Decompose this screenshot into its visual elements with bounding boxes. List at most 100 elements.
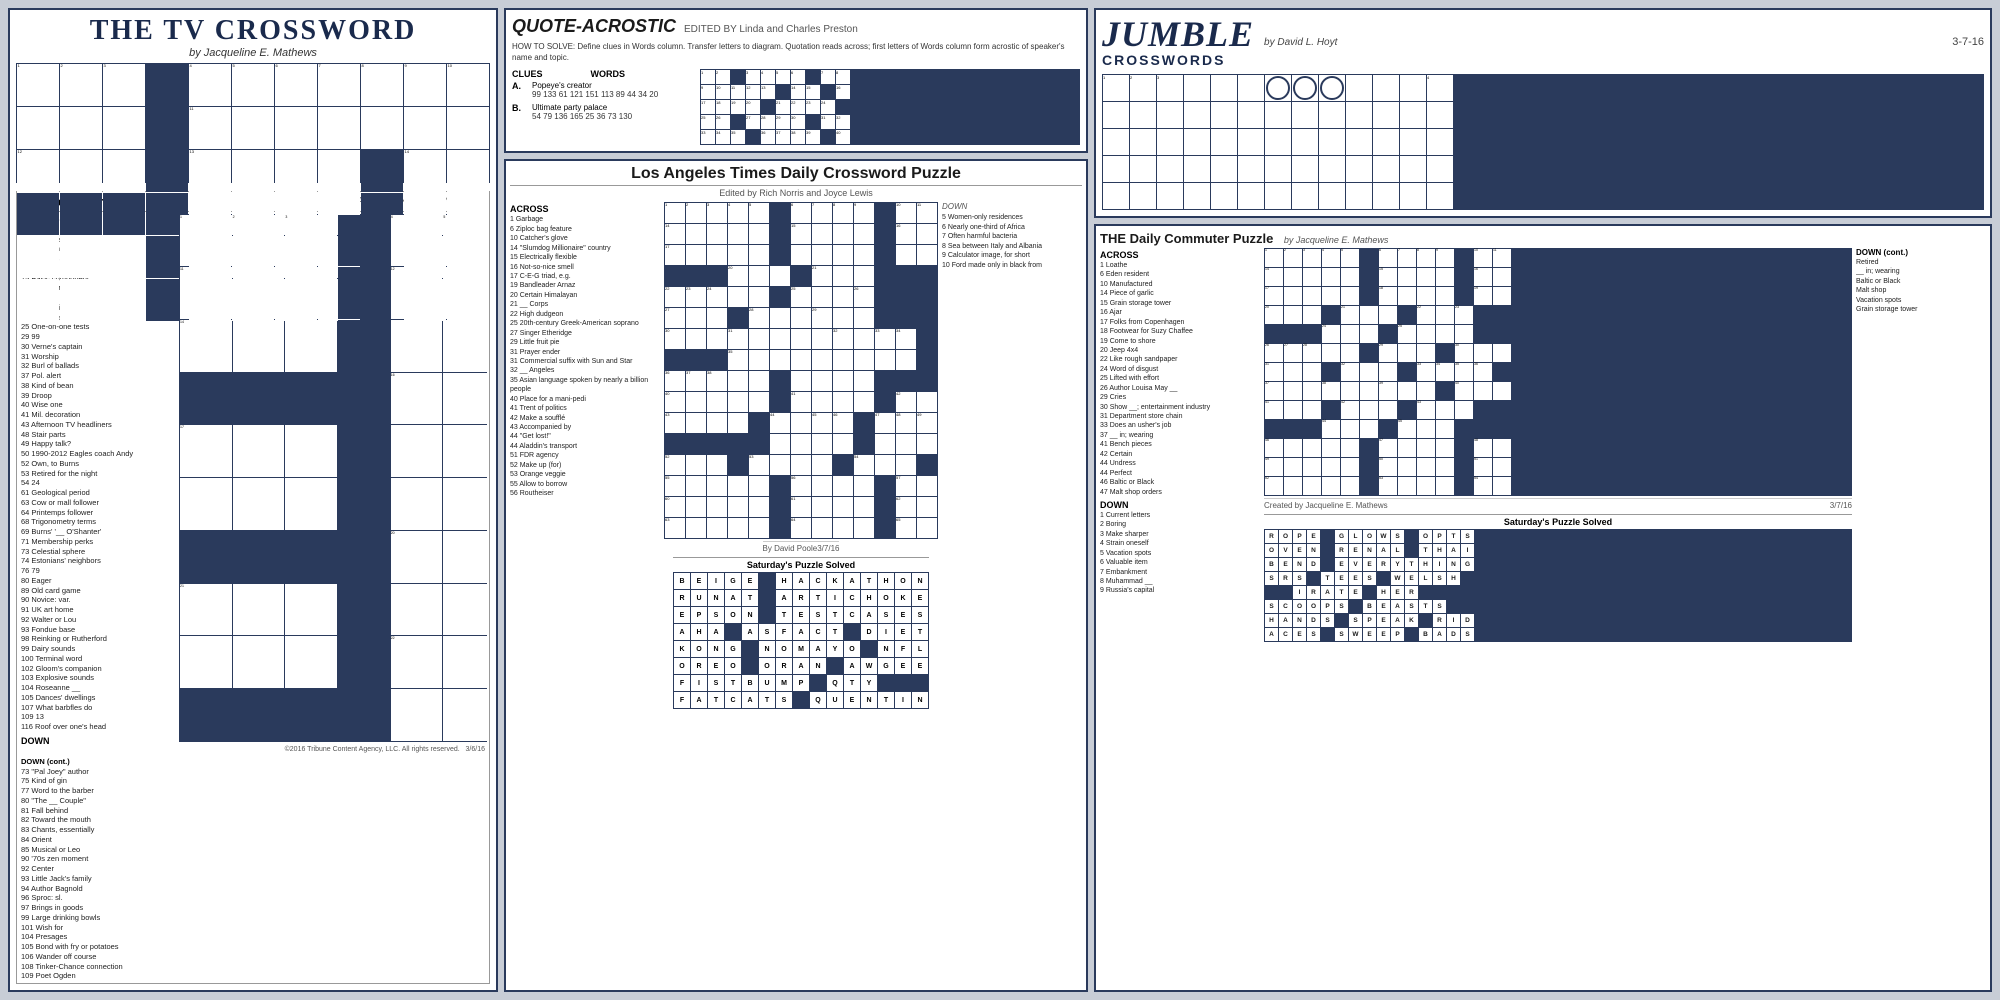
solved-cell: P: [793, 675, 809, 691]
dc-solved-cell: A: [1265, 628, 1278, 641]
dc-solved-cell: N: [1293, 558, 1306, 571]
solved-cell: I: [878, 624, 894, 640]
dc-solved-cell: [1279, 586, 1292, 599]
solved-cell: N: [878, 641, 894, 657]
dc-solved-cell: [1405, 530, 1418, 543]
qa-howto: HOW TO SOLVE: Define clues in Words colu…: [512, 41, 1080, 63]
solved-cell: [861, 641, 877, 657]
across-clue-16: 37 Pol. alert: [21, 371, 173, 381]
dc-solved-grid: ROPEGLOWSOPTSOVENRENALTHAIBENDEVERYTHING…: [1264, 529, 1852, 642]
dc-solved-cell: S: [1349, 614, 1362, 627]
solved-cell: T: [878, 692, 894, 708]
solved-cell: O: [725, 607, 741, 623]
jumble-date: 3-7-16: [1952, 36, 1984, 48]
dc-solved-cell: I: [1433, 558, 1446, 571]
tv-crossword-grid: 1 2 3 4 5 6 7 8 9 10 11 12: [16, 63, 490, 183]
solved-cell: N: [708, 590, 724, 606]
dc-solved-cell: S: [1433, 600, 1446, 613]
la-edited: Edited by Rich Norris and Joyce Lewis: [510, 188, 1082, 198]
dc-solved-cell: H: [1447, 572, 1460, 585]
solved-cell: E: [844, 692, 860, 708]
solved-cell: M: [793, 641, 809, 657]
across-clue-13: 30 Verne's captain: [21, 342, 173, 352]
tv-crossword-byline: by Jacqueline E. Mathews: [16, 47, 490, 59]
dc-solved-cell: T: [1335, 586, 1348, 599]
qa-clue-a-text: Popeye's creator: [532, 81, 658, 90]
numbers-grid: 1 2 3 4 5 6 7 8 9 10 11: [179, 214, 487, 742]
solved-cell: H: [878, 573, 894, 589]
dc-byline: by Jacqueline E. Mathews: [1284, 235, 1389, 245]
solved-cell: T: [725, 675, 741, 691]
solved-cell: S: [708, 675, 724, 691]
across-clue-37: 80 Eager: [21, 576, 173, 586]
solved-cell: S: [810, 607, 826, 623]
qa-clue-b-nums: 54 79 136 165 25 36 73 130: [532, 112, 632, 121]
dc-solved-cell: [1321, 544, 1334, 557]
dc-solved-cell: A: [1377, 544, 1390, 557]
dc-solved-cell: [1321, 558, 1334, 571]
solved-cell: S: [912, 607, 928, 623]
dc-solved-cell: S: [1321, 614, 1334, 627]
across-clue-25: 52 Own, to Burns: [21, 459, 173, 469]
solved-cell: T: [861, 573, 877, 589]
across-clue-35: 74 Estonians' neighbors: [21, 556, 173, 566]
solved-cell: O: [895, 573, 911, 589]
solved-cell: A: [793, 624, 809, 640]
solved-cell: [810, 675, 826, 691]
dc-solved-cell: V: [1349, 558, 1362, 571]
solved-cell: E: [895, 607, 911, 623]
solved-cell: U: [827, 692, 843, 708]
solved-cell: T: [827, 624, 843, 640]
solved-cell: K: [895, 590, 911, 606]
solved-cell: O: [691, 641, 707, 657]
across-clue-52: 116 Roof over one's head: [21, 722, 173, 732]
dc-solved-cell: E: [1349, 586, 1362, 599]
solved-cell: E: [793, 607, 809, 623]
jumble-byline: by David L. Hoyt: [1264, 37, 1337, 48]
dc-solved-cell: N: [1447, 558, 1460, 571]
across-clue-31: 68 Trigonometry terms: [21, 517, 173, 527]
solved-cell: [759, 590, 775, 606]
across-clue-33: 71 Membership perks: [21, 537, 173, 547]
dc-solved-cell: W: [1349, 628, 1362, 641]
dc-solved-cell: A: [1321, 586, 1334, 599]
dc-solved-cell: G: [1461, 558, 1474, 571]
la-crossword-grid: 1 2 3 4 5 6 7 8 9 10 11 14: [664, 202, 938, 539]
dc-solved-cell: V: [1279, 544, 1292, 557]
dc-solved-cell: [1447, 586, 1460, 599]
dc-solved-cell: [1461, 572, 1474, 585]
across-clue-29: 63 Cow or mall follower: [21, 498, 173, 508]
dc-title: THE Daily Commuter Puzzle: [1100, 231, 1273, 246]
dc-solved-cell: [1433, 586, 1446, 599]
across-clue-41: 92 Walter or Lou: [21, 615, 173, 625]
dc-solved-cell: I: [1461, 544, 1474, 557]
solved-cell: E: [691, 573, 707, 589]
qa-clue-b-label: B.: [512, 103, 528, 113]
dc-solved-cell: P: [1363, 614, 1376, 627]
solved-cell: L: [912, 641, 928, 657]
dc-solved-cell: E: [1377, 614, 1390, 627]
solved-cell: F: [776, 624, 792, 640]
across-clue-38: 89 Old card game: [21, 586, 173, 596]
solved-cell: R: [793, 590, 809, 606]
dc-solved-cell: I: [1293, 586, 1306, 599]
solved-cell: P: [691, 607, 707, 623]
dc-solved-cell: D: [1307, 558, 1320, 571]
daily-commuter-panel: THE Daily Commuter Puzzle by Jacqueline …: [1094, 224, 1992, 992]
dc-solved-cell: [1419, 586, 1432, 599]
dc-solved-cell: O: [1293, 600, 1306, 613]
dc-solved-cell: T: [1321, 572, 1334, 585]
dc-solved-cell: R: [1405, 586, 1418, 599]
across-clue-46: 102 Gloom's companion: [21, 664, 173, 674]
across-clue-19: 40 Wise one: [21, 400, 173, 410]
dc-solved-cell: N: [1363, 544, 1376, 557]
solved-cell: A: [861, 607, 877, 623]
dc-solved-cell: R: [1279, 572, 1292, 585]
la-byline: By David Poole: [763, 544, 818, 553]
across-clue-44: 99 Dairy sounds: [21, 644, 173, 654]
dc-solved-cell: L: [1349, 530, 1362, 543]
qa-grid: 1 2 3 4 5 6 7 8 9 10 11 12: [700, 69, 1080, 145]
dc-solved-cell: B: [1363, 600, 1376, 613]
solved-cell: [793, 692, 809, 708]
dc-solved-cell: A: [1391, 614, 1404, 627]
